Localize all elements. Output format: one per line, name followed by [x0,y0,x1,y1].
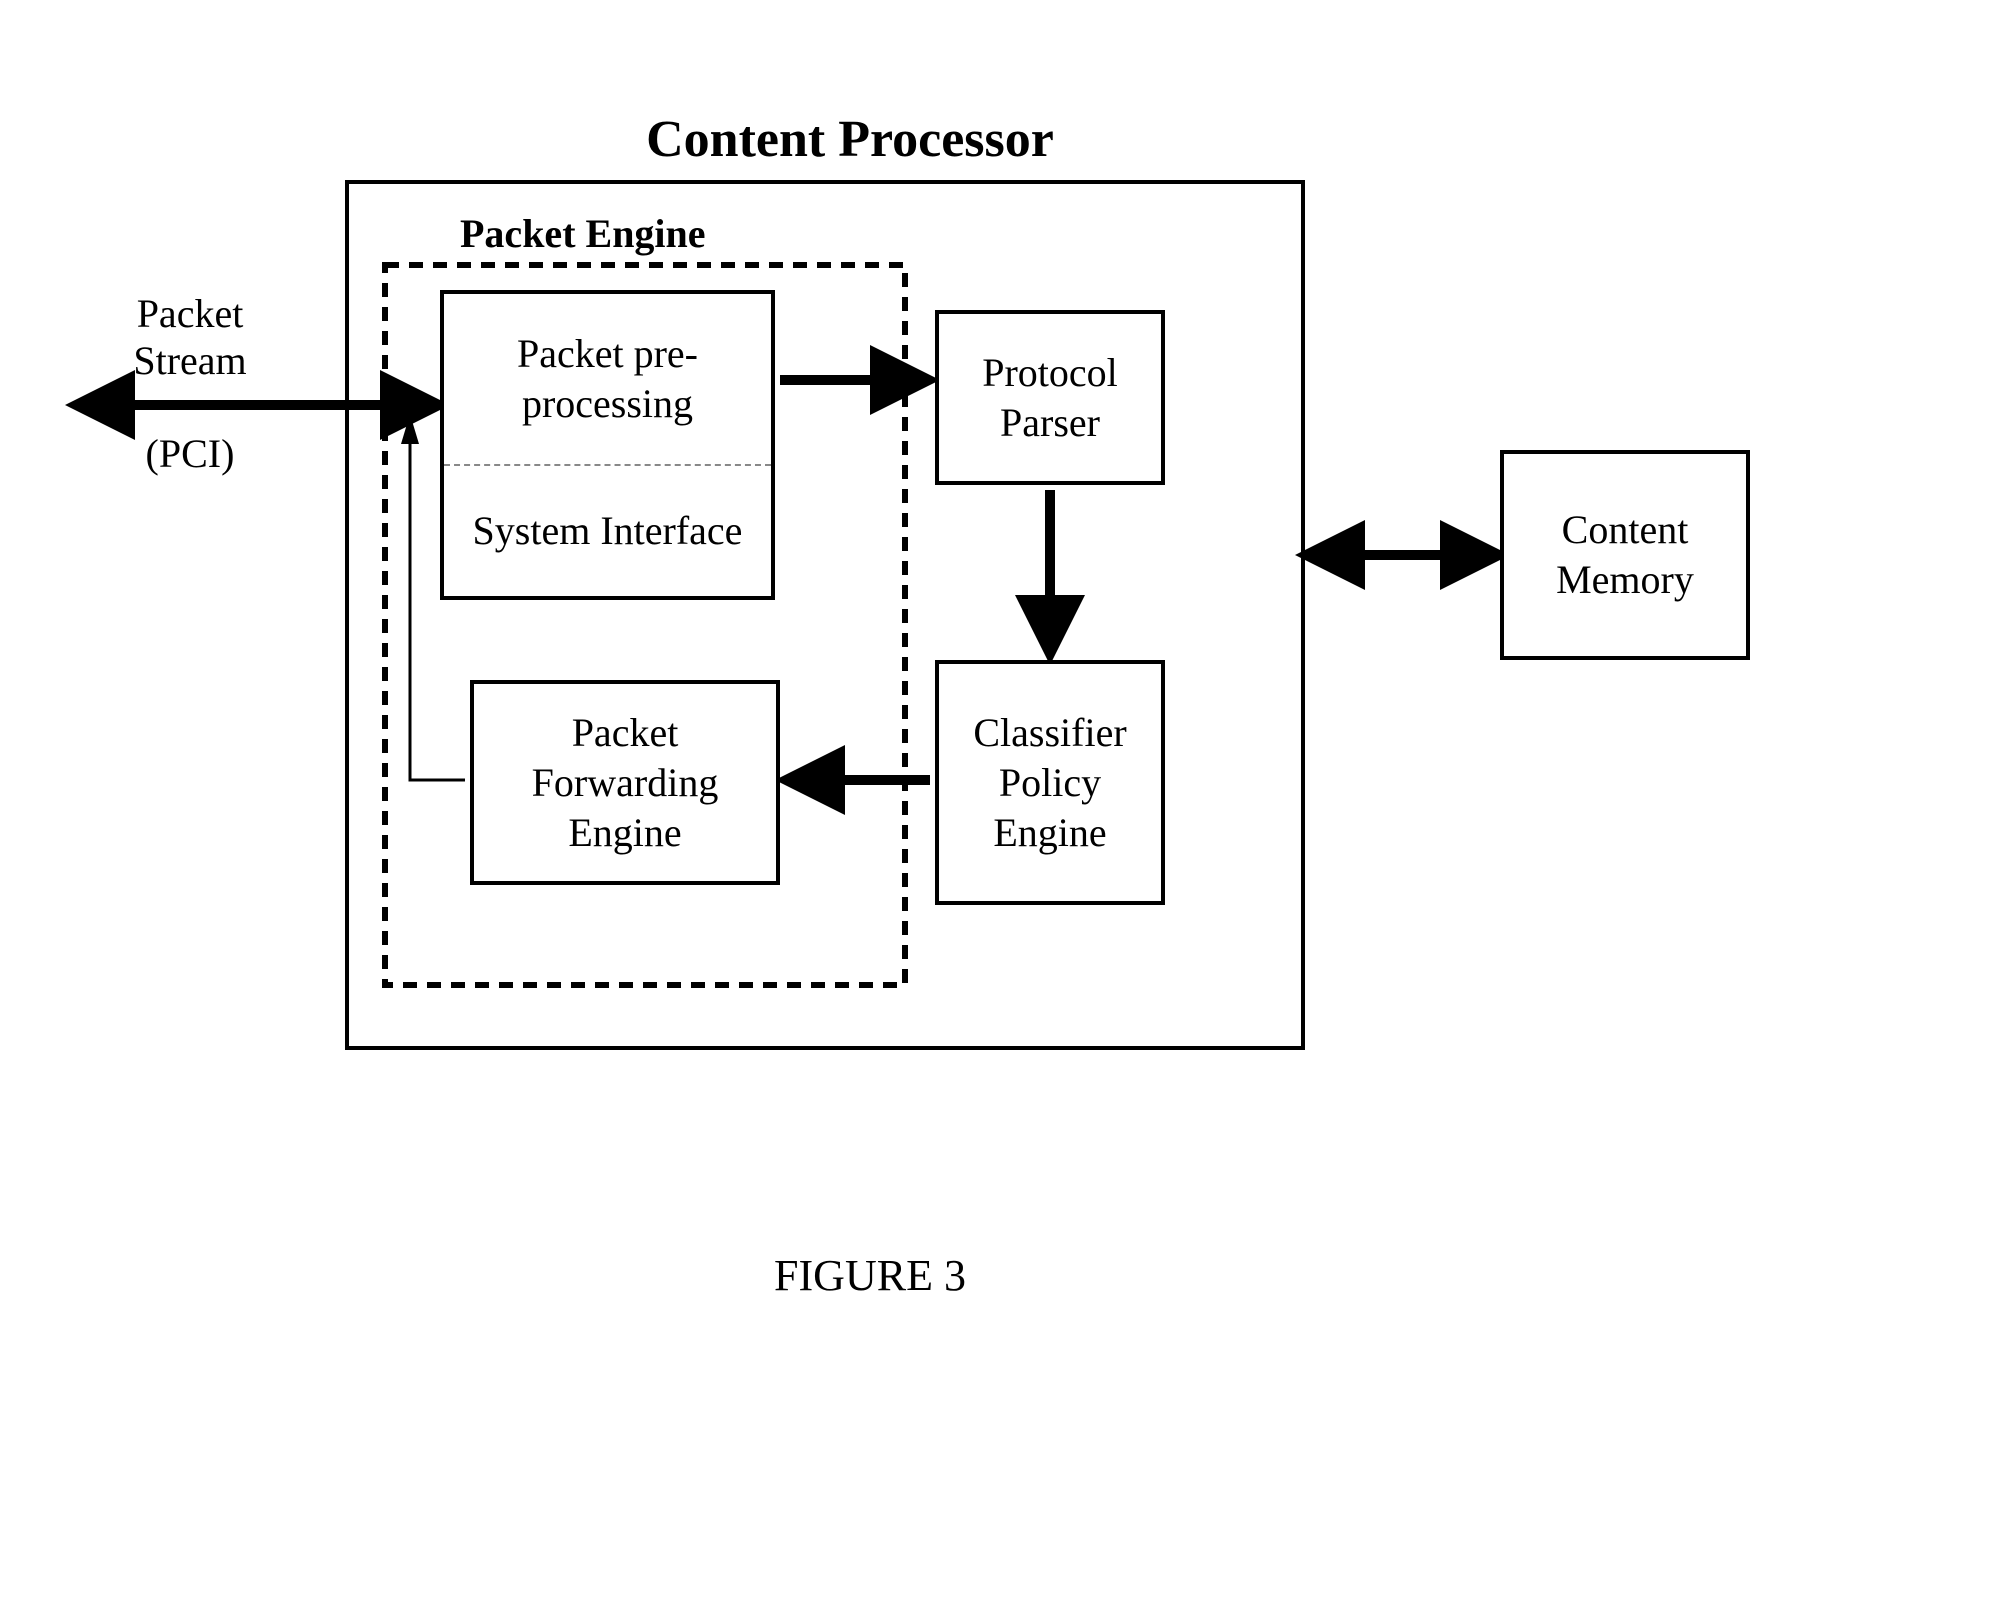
system-interface-label: System Interface [444,466,771,596]
classifier-policy-engine-block: Classifier Policy Engine [935,660,1165,905]
pci-label: (PCI) [130,430,250,477]
packet-engine-label: Packet Engine [460,210,706,257]
diagram-title: Content Processor [550,110,1150,169]
content-memory-block: Content Memory [1500,450,1750,660]
figure-caption: FIGURE 3 [720,1250,1020,1301]
protocol-parser-block: Protocol Parser [935,310,1165,485]
packet-stream-label: Packet Stream [90,290,290,384]
packet-preprocessing-block: Packet pre-processing System Interface [440,290,775,600]
packet-preprocessing-label: Packet pre-processing [444,294,771,466]
packet-forwarding-engine-block: Packet Forwarding Engine [470,680,780,885]
